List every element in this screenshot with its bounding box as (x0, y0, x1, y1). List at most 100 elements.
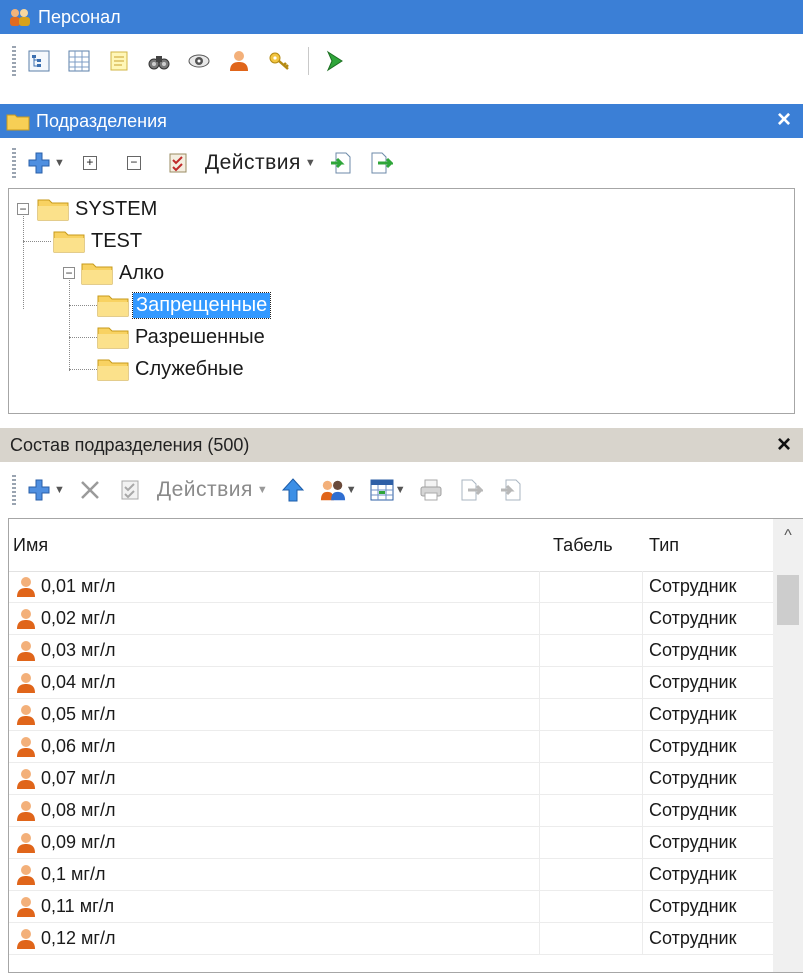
add-dropdown-arrow[interactable]: ▼ (54, 484, 65, 496)
table-row[interactable]: 0,07 мг/л Сотрудник (9, 763, 774, 795)
tree-node-razreshennye[interactable]: Разрешенные (97, 322, 265, 352)
grid-view-icon[interactable] (66, 48, 92, 74)
tree-line (69, 369, 97, 370)
cell-name: 0,11 мг/л (9, 891, 539, 923)
tree-view-icon[interactable] (26, 48, 52, 74)
cell-type: Сотрудник (643, 827, 774, 859)
members-actions-menu[interactable]: Действия (157, 478, 253, 502)
table-row[interactable]: 0,11 мг/л Сотрудник (9, 891, 774, 923)
members-close-button[interactable]: × (777, 431, 791, 459)
members-title: Состав подразделения (500) (10, 434, 250, 455)
green-arrow-icon[interactable] (323, 48, 349, 74)
tree-node-sluzhebnye[interactable]: Служебные (97, 354, 244, 384)
people-group-icon (8, 7, 32, 27)
column-header-name[interactable]: Имя (9, 519, 539, 571)
actions-dropdown-arrow[interactable]: ▼ (305, 157, 316, 169)
add-plus-icon[interactable] (26, 477, 52, 503)
delete-x-icon[interactable] (77, 477, 103, 503)
folder-icon (97, 325, 129, 349)
toolbar-grip[interactable] (12, 475, 16, 505)
cell-tab (539, 795, 643, 827)
columns-dropdown-arrow[interactable]: ▼ (395, 484, 406, 496)
tree-node-label: Служебные (135, 357, 244, 380)
folder-icon (37, 197, 69, 221)
printer-icon[interactable] (418, 477, 444, 503)
tree-collapse-toggle[interactable]: − (63, 267, 75, 279)
tree-node-alko[interactable]: Алко (81, 258, 164, 288)
binoculars-icon[interactable] (146, 48, 172, 74)
export-icon[interactable] (368, 150, 394, 176)
import-icon[interactable] (328, 150, 354, 176)
toolbar-grip[interactable] (12, 46, 16, 76)
tree-node-test[interactable]: TEST (53, 226, 142, 256)
properties-icon[interactable] (117, 477, 143, 503)
tree-line (69, 305, 97, 306)
cell-name: 0,04 мг/л (9, 667, 539, 699)
toolbar-grip[interactable] (12, 148, 16, 178)
blue-up-arrow-icon[interactable] (280, 477, 306, 503)
table-row[interactable]: 0,01 мг/л Сотрудник (9, 571, 774, 603)
cell-name: 0,05 мг/л (9, 699, 539, 731)
table-columns-icon[interactable] (369, 477, 395, 503)
person-icon (15, 576, 37, 598)
eye-icon[interactable] (186, 48, 212, 74)
table-row[interactable]: 0,08 мг/л Сотрудник (9, 795, 774, 827)
tree-node-label: SYSTEM (75, 197, 158, 220)
employee-name: 0,03 мг/л (41, 640, 116, 660)
group-dropdown-arrow[interactable]: ▼ (346, 484, 357, 496)
employee-name: 0,02 мг/л (41, 608, 116, 628)
tree-collapse-toggle[interactable]: − (17, 203, 29, 215)
tree-node-label: Алко (119, 261, 165, 284)
column-header-tab[interactable]: Табель (539, 519, 643, 571)
cell-tab (539, 635, 643, 667)
person-icon (15, 768, 37, 790)
people-group-icon[interactable] (320, 477, 346, 503)
add-plus-icon[interactable] (26, 150, 52, 176)
import-icon[interactable] (498, 477, 524, 503)
person-icon (15, 832, 37, 854)
table-row[interactable]: 0,1 мг/л Сотрудник (9, 859, 774, 891)
add-dropdown-arrow[interactable]: ▼ (54, 157, 65, 169)
app-title-bar: Персонал (0, 0, 803, 34)
person-icon (15, 736, 37, 758)
table-row[interactable]: 0,12 мг/л Сотрудник (9, 923, 774, 955)
table-row[interactable]: 0,06 мг/л Сотрудник (9, 731, 774, 763)
table-row[interactable]: 0,09 мг/л Сотрудник (9, 827, 774, 859)
person-icon (15, 928, 37, 950)
table-row[interactable]: 0,03 мг/л Сотрудник (9, 635, 774, 667)
scroll-up-button[interactable]: ^ (773, 527, 803, 547)
cell-type: Сотрудник (643, 571, 774, 603)
folder-icon (6, 111, 30, 131)
collapse-all-button[interactable]: − (121, 150, 147, 176)
export-icon[interactable] (458, 477, 484, 503)
cell-tab (539, 859, 643, 891)
cell-type: Сотрудник (643, 635, 774, 667)
tree-node-system[interactable]: SYSTEM (37, 194, 157, 224)
cell-tab (539, 731, 643, 763)
cell-tab (539, 699, 643, 731)
employee-name: 0,06 мг/л (41, 736, 116, 756)
actions-dropdown-arrow[interactable]: ▼ (257, 484, 268, 496)
person-icon (15, 896, 37, 918)
notes-icon[interactable] (106, 48, 132, 74)
employee-name: 0,09 мг/л (41, 832, 116, 852)
key-icon[interactable] (266, 48, 292, 74)
scroll-thumb[interactable] (777, 575, 799, 625)
expand-all-button[interactable]: + (77, 150, 103, 176)
tree-node-label-selected: Запрещенные (131, 291, 272, 319)
departments-tree: − SYSTEM TEST − Алко Запрещенные Разреше… (8, 188, 795, 414)
table-row[interactable]: 0,02 мг/л Сотрудник (9, 603, 774, 635)
person-icon (15, 608, 37, 630)
table-row[interactable]: 0,04 мг/л Сотрудник (9, 667, 774, 699)
tree-line (69, 337, 97, 338)
properties-icon[interactable] (165, 150, 191, 176)
tree-node-zapreshchennye[interactable]: Запрещенные (97, 290, 272, 320)
column-header-type[interactable]: Тип (643, 519, 774, 571)
employee-name: 0,08 мг/л (41, 800, 116, 820)
vertical-scrollbar[interactable]: ^ (773, 519, 803, 972)
departments-actions-menu[interactable]: Действия (205, 151, 301, 175)
person-icon[interactable] (226, 48, 252, 74)
departments-close-button[interactable]: × (777, 106, 791, 134)
toolbar-separator (308, 47, 309, 75)
table-row[interactable]: 0,05 мг/л Сотрудник (9, 699, 774, 731)
